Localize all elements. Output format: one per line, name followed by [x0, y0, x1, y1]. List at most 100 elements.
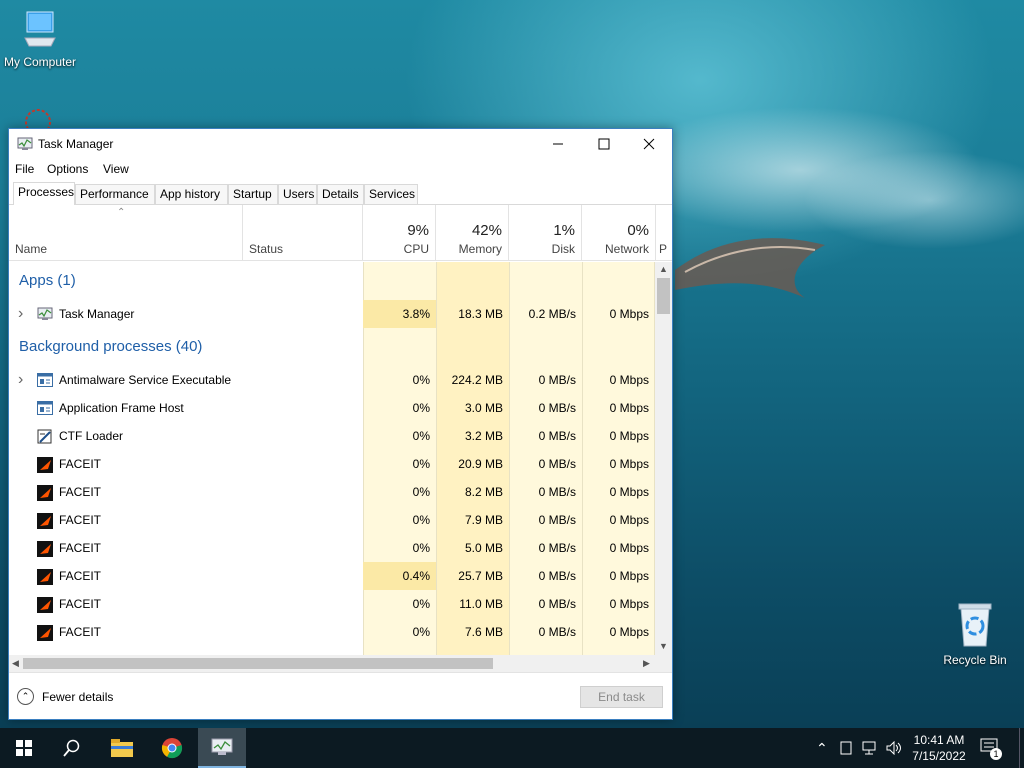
process-disk-value: 0 MB/s: [538, 485, 576, 499]
partial-desktop-icon: [18, 106, 58, 135]
process-name: FACEIT: [59, 485, 102, 499]
process-disk-value: 0 MB/s: [538, 373, 576, 387]
network-icon[interactable]: [862, 741, 880, 758]
menu-file[interactable]: File: [15, 162, 34, 176]
process-row[interactable]: FACEIT 0% 7.6 MB 0 MB/s 0 Mbps: [9, 618, 655, 646]
task-manager-window: Task Manager File Options View Processes…: [8, 128, 673, 720]
taskbar-chrome[interactable]: [148, 728, 196, 768]
process-cpu-value: 0%: [412, 457, 430, 471]
process-cpu-value: 0%: [412, 541, 430, 555]
process-row[interactable]: FACEIT 0% 20.9 MB 0 MB/s 0 Mbps: [9, 450, 655, 478]
taskbar-file-explorer[interactable]: [98, 728, 146, 768]
desktop-icon-recycle-bin[interactable]: Recycle Bin: [935, 602, 1015, 667]
tab-processes[interactable]: Processes: [13, 182, 75, 205]
menu-options[interactable]: Options: [47, 162, 88, 176]
process-memory-value: 18.3 MB: [458, 307, 503, 321]
end-task-button[interactable]: End task: [580, 686, 663, 708]
process-memory-value: 5.0 MB: [464, 541, 503, 555]
volume-icon[interactable]: [886, 740, 904, 758]
tablet-icon[interactable]: [840, 741, 852, 758]
sort-up-icon: ⌃: [117, 207, 126, 218]
taskbar-clock[interactable]: 10:41 AM 7/15/2022: [906, 732, 972, 764]
horizontal-scrollbar[interactable]: ◀ ▶: [9, 655, 672, 672]
faceit-icon: [37, 457, 53, 473]
close-button[interactable]: [626, 129, 672, 159]
process-name: Task Manager: [59, 307, 135, 321]
close-icon: [643, 138, 655, 150]
column-status[interactable]: Status: [243, 205, 363, 261]
notification-center-button[interactable]: 1: [980, 738, 1006, 760]
process-name: Antimalware Service Executable: [59, 373, 232, 387]
group-background-heading[interactable]: Background processes (40): [19, 338, 202, 355]
vertical-scroll-thumb[interactable]: [657, 278, 670, 314]
process-memory-value: 7.6 MB: [464, 625, 503, 639]
tab-startup[interactable]: Startup: [228, 184, 278, 204]
memory-total: 42%: [471, 222, 502, 239]
process-network-value: 0 Mbps: [609, 569, 649, 583]
process-cpu-value: 0%: [412, 429, 430, 443]
scroll-down-icon[interactable]: ▼: [659, 641, 668, 651]
group-apps-heading[interactable]: Apps (1): [19, 272, 76, 289]
process-row[interactable]: FACEIT 0% 8.2 MB 0 MB/s 0 Mbps: [9, 478, 655, 506]
show-desktop-button[interactable]: [1019, 728, 1020, 768]
process-row[interactable]: › Antimalware Service Executable 0% 224.2 M…: [9, 366, 655, 394]
tab-strip: Processes Performance App history Startu…: [13, 182, 668, 205]
column-network[interactable]: 0% Network: [582, 205, 656, 261]
process-row[interactable]: CTF Loader 0% 3.2 MB 0 MB/s 0 Mbps: [9, 422, 655, 450]
fish-tail-decoration: [675, 238, 825, 298]
column-memory-label: Memory: [458, 242, 502, 256]
process-memory-value: 20.9 MB: [458, 457, 503, 471]
column-name-label: Name: [15, 242, 48, 256]
tab-services[interactable]: Services: [364, 184, 418, 204]
minimize-button[interactable]: [535, 129, 581, 159]
process-row[interactable]: Application Frame Host 0% 3.0 MB 0 MB/s 0 Mb…: [9, 394, 655, 422]
process-cpu-value: 0%: [412, 513, 430, 527]
process-row[interactable]: FACEIT 0% 11.0 MB 0 MB/s 0 Mbps: [9, 590, 655, 618]
minimize-icon: [553, 143, 563, 145]
column-power-partial[interactable]: P: [656, 205, 672, 261]
faceit-icon: [37, 597, 53, 613]
scroll-right-icon[interactable]: ▶: [643, 658, 650, 669]
maximize-icon: [598, 138, 610, 150]
desktop-icon-my-computer[interactable]: My Computer: [0, 10, 80, 69]
tab-details[interactable]: Details: [317, 184, 364, 204]
scroll-left-icon[interactable]: ◀: [12, 658, 19, 669]
tab-performance[interactable]: Performance: [75, 184, 155, 204]
column-network-label: Network: [604, 242, 649, 256]
process-row[interactable]: FACEIT 0% 7.9 MB 0 MB/s 0 Mbps: [9, 506, 655, 534]
faceit-icon: [37, 569, 53, 585]
process-name: CTF Loader: [59, 429, 124, 443]
process-name: FACEIT: [59, 541, 102, 555]
title-bar[interactable]: Task Manager: [9, 129, 672, 159]
faceit-icon: [37, 625, 53, 641]
task-manager-icon: [17, 137, 33, 154]
process-row[interactable]: FACEIT 0% 5.0 MB 0 MB/s 0 Mbps: [9, 534, 655, 562]
tab-users[interactable]: Users: [278, 184, 317, 204]
faceit-icon: [37, 485, 53, 501]
tab-app-history[interactable]: App history: [155, 184, 228, 204]
task-manager-icon: [211, 738, 233, 755]
vertical-scrollbar[interactable]: ▲ ▼: [655, 262, 672, 655]
scroll-up-icon[interactable]: ▲: [659, 264, 668, 274]
process-list: Apps (1) › Task Manager 3.8% 18.3 MB 0.2 MB/…: [9, 262, 655, 655]
process-row[interactable]: FACEIT 0.4% 25.7 MB 0 MB/s 0 Mbps: [9, 562, 655, 590]
process-cpu-value: 0.4%: [402, 569, 430, 583]
column-cpu[interactable]: 9% CPU: [363, 205, 436, 261]
column-memory[interactable]: 42% Memory: [436, 205, 509, 261]
search-button[interactable]: [48, 728, 96, 768]
fewer-details-button[interactable]: ⌃ Fewer details: [17, 688, 113, 705]
process-row[interactable]: › Task Manager 3.8% 18.3 MB 0.2 MB/s 0 Mbps: [9, 300, 655, 328]
column-status-label: Status: [249, 242, 284, 256]
horizontal-scroll-thumb[interactable]: [23, 658, 493, 669]
expand-chevron-icon[interactable]: ›: [18, 366, 23, 394]
process-disk-value: 0 MB/s: [538, 625, 576, 639]
process-network-value: 0 Mbps: [609, 541, 649, 555]
menu-view[interactable]: View: [103, 162, 129, 176]
maximize-button[interactable]: [581, 129, 627, 159]
show-hidden-icons-icon[interactable]: ⌃: [816, 740, 828, 757]
column-disk[interactable]: 1% Disk: [509, 205, 582, 261]
start-button[interactable]: [0, 728, 48, 768]
expand-chevron-icon[interactable]: ›: [18, 300, 23, 328]
column-name[interactable]: ⌃ Name: [9, 205, 243, 261]
taskbar-task-manager[interactable]: [198, 728, 246, 768]
